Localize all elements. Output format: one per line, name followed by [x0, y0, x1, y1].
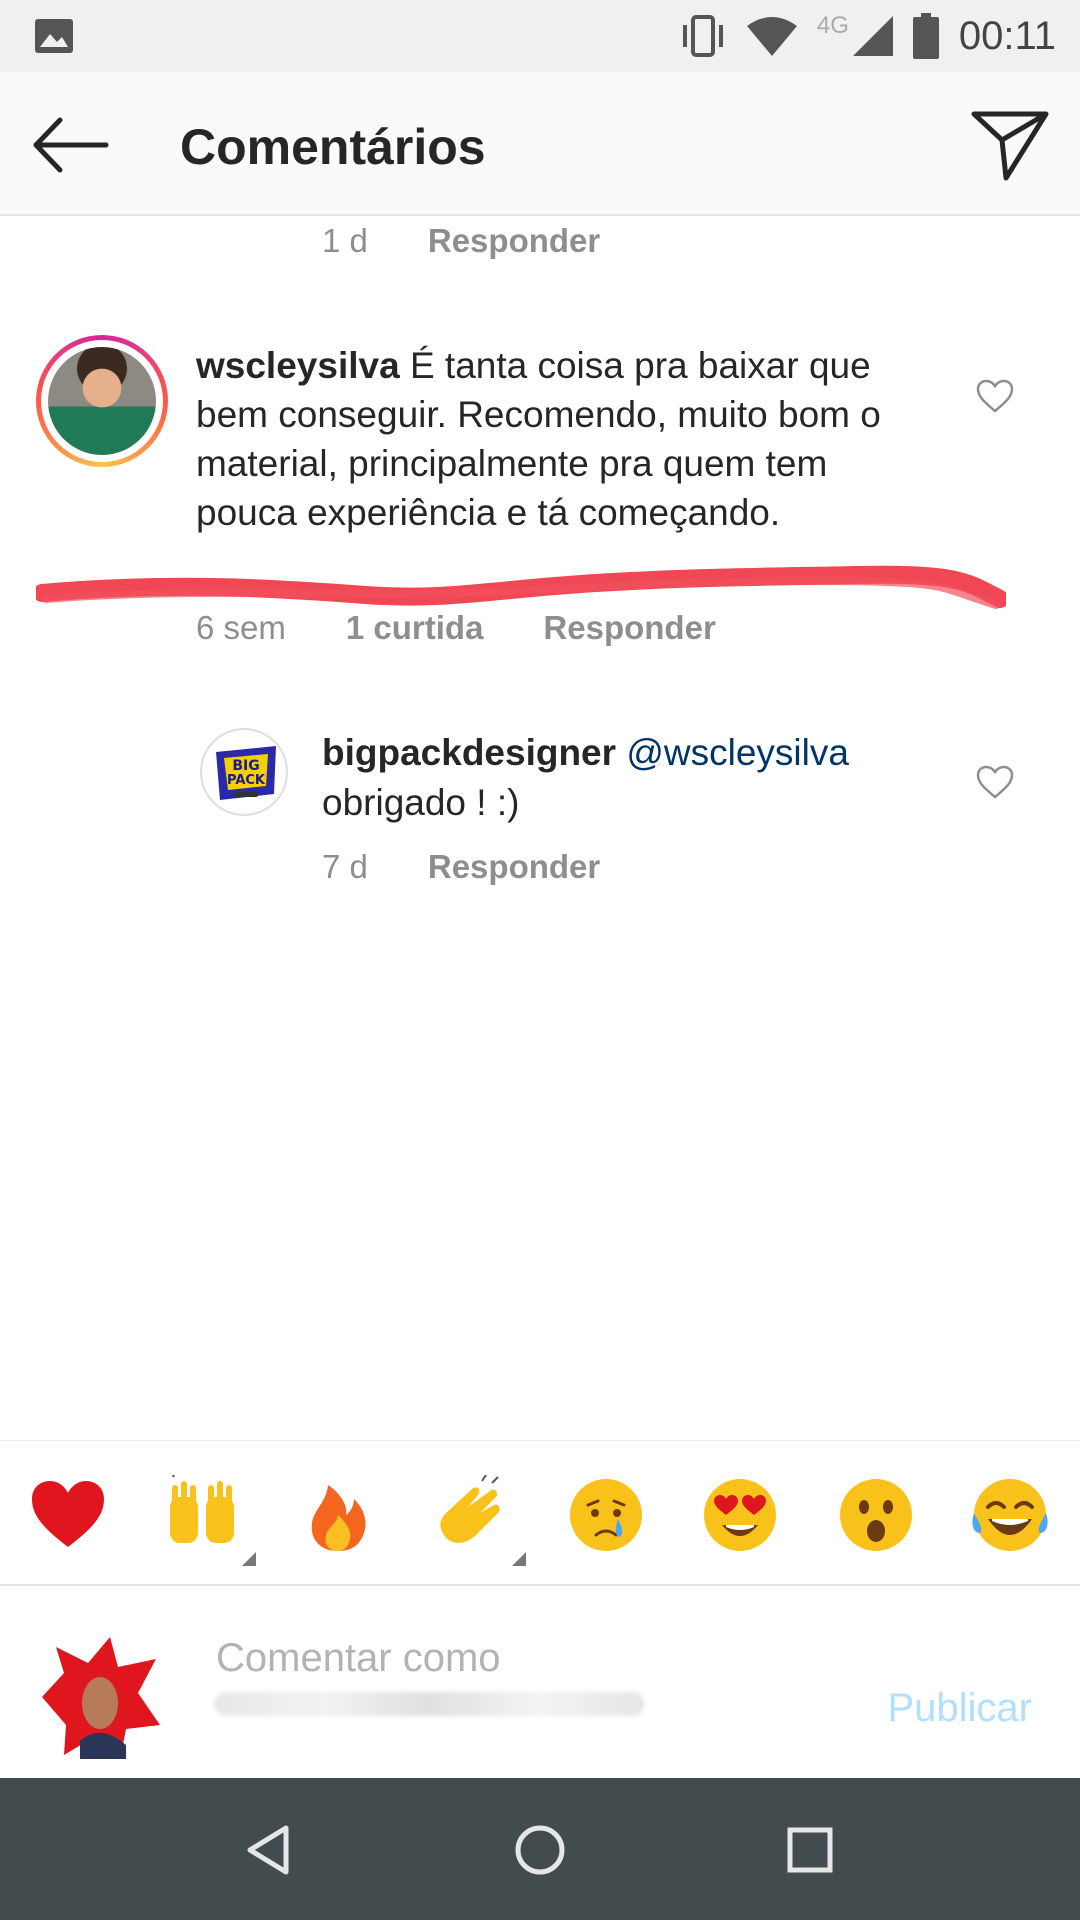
- surprised-face-emoji-icon[interactable]: [836, 1475, 916, 1555]
- heart-emoji-icon[interactable]: [28, 1475, 108, 1555]
- comment-time: 6 sem: [196, 609, 286, 646]
- skin-tone-indicator: [242, 1552, 256, 1566]
- reply-text: obrigado ! :): [322, 782, 520, 823]
- clapping-hands-emoji-icon[interactable]: [432, 1475, 512, 1555]
- comment-reply-button[interactable]: Responder: [543, 609, 715, 647]
- back-arrow-icon[interactable]: [30, 110, 110, 180]
- skin-tone-indicator: [512, 1552, 526, 1566]
- comment-meta: 6 sem 1 curtida Responder: [196, 609, 716, 647]
- signal-icon: [852, 16, 893, 56]
- prev-reply-button[interactable]: Responder: [428, 222, 600, 260]
- app-header: Comentários: [0, 72, 1080, 216]
- reply-body: bigpackdesigner @wscleysilva obrigado ! …: [322, 728, 982, 828]
- vibrate-icon: [682, 15, 723, 57]
- comment-input[interactable]: Comentar como: [216, 1636, 501, 1681]
- reply-mention[interactable]: @wscleysilva: [626, 732, 849, 773]
- nav-recents-icon[interactable]: [780, 1820, 840, 1880]
- comment-likes[interactable]: 1 curtida: [346, 609, 484, 647]
- prev-comment-meta: 1 d Responder: [322, 222, 600, 260]
- like-reply-heart-icon[interactable]: [975, 764, 1015, 800]
- reply-time: 7 d: [322, 848, 368, 885]
- system-nav-bar: [0, 1778, 1080, 1920]
- network-type: 4G: [816, 12, 849, 39]
- heart-eyes-emoji-icon[interactable]: [700, 1475, 780, 1555]
- gallery-notification-icon: [35, 19, 73, 53]
- blurred-username: [214, 1692, 644, 1716]
- nav-home-icon[interactable]: [510, 1820, 570, 1880]
- reply-meta: 7 d Responder: [322, 848, 600, 886]
- clock: 00:11: [958, 13, 1056, 58]
- page-title: Comentários: [180, 119, 486, 175]
- send-direct-icon[interactable]: [970, 106, 1050, 182]
- emoji-quick-bar: [0, 1440, 1080, 1586]
- tears-of-joy-emoji-icon[interactable]: [970, 1475, 1050, 1555]
- status-bar: 4G 00:11: [0, 0, 1080, 72]
- my-avatar: [42, 1637, 160, 1759]
- reply-avatar[interactable]: BIG PACK: [200, 728, 288, 816]
- red-marker-scribble: [36, 565, 1006, 609]
- svg-text:PACK: PACK: [227, 773, 266, 788]
- bigpack-logo: BIG PACK: [216, 746, 276, 800]
- comment-body: wscleysilva É tanta coisa pra baixar que…: [196, 341, 916, 537]
- raising-hands-emoji-icon[interactable]: [162, 1475, 242, 1555]
- comment-composer: Comentar como Publicar: [0, 1588, 1080, 1778]
- fire-emoji-icon[interactable]: [298, 1475, 378, 1555]
- reply-username[interactable]: bigpackdesigner: [322, 732, 616, 773]
- commenter-avatar[interactable]: [36, 335, 168, 467]
- like-comment-heart-icon[interactable]: [975, 378, 1015, 414]
- wifi-icon: [746, 17, 797, 56]
- reply-reply-button[interactable]: Responder: [428, 848, 600, 886]
- prev-comment-time: 1 d: [322, 222, 368, 259]
- crying-face-emoji-icon[interactable]: [566, 1475, 646, 1555]
- commenter-photo: [48, 347, 156, 455]
- svg-text:BIG: BIG: [232, 758, 259, 774]
- comment-username[interactable]: wscleysilva: [196, 345, 400, 386]
- publish-button[interactable]: Publicar: [887, 1686, 1032, 1731]
- battery-icon: [912, 13, 939, 59]
- nav-back-icon[interactable]: [240, 1820, 300, 1880]
